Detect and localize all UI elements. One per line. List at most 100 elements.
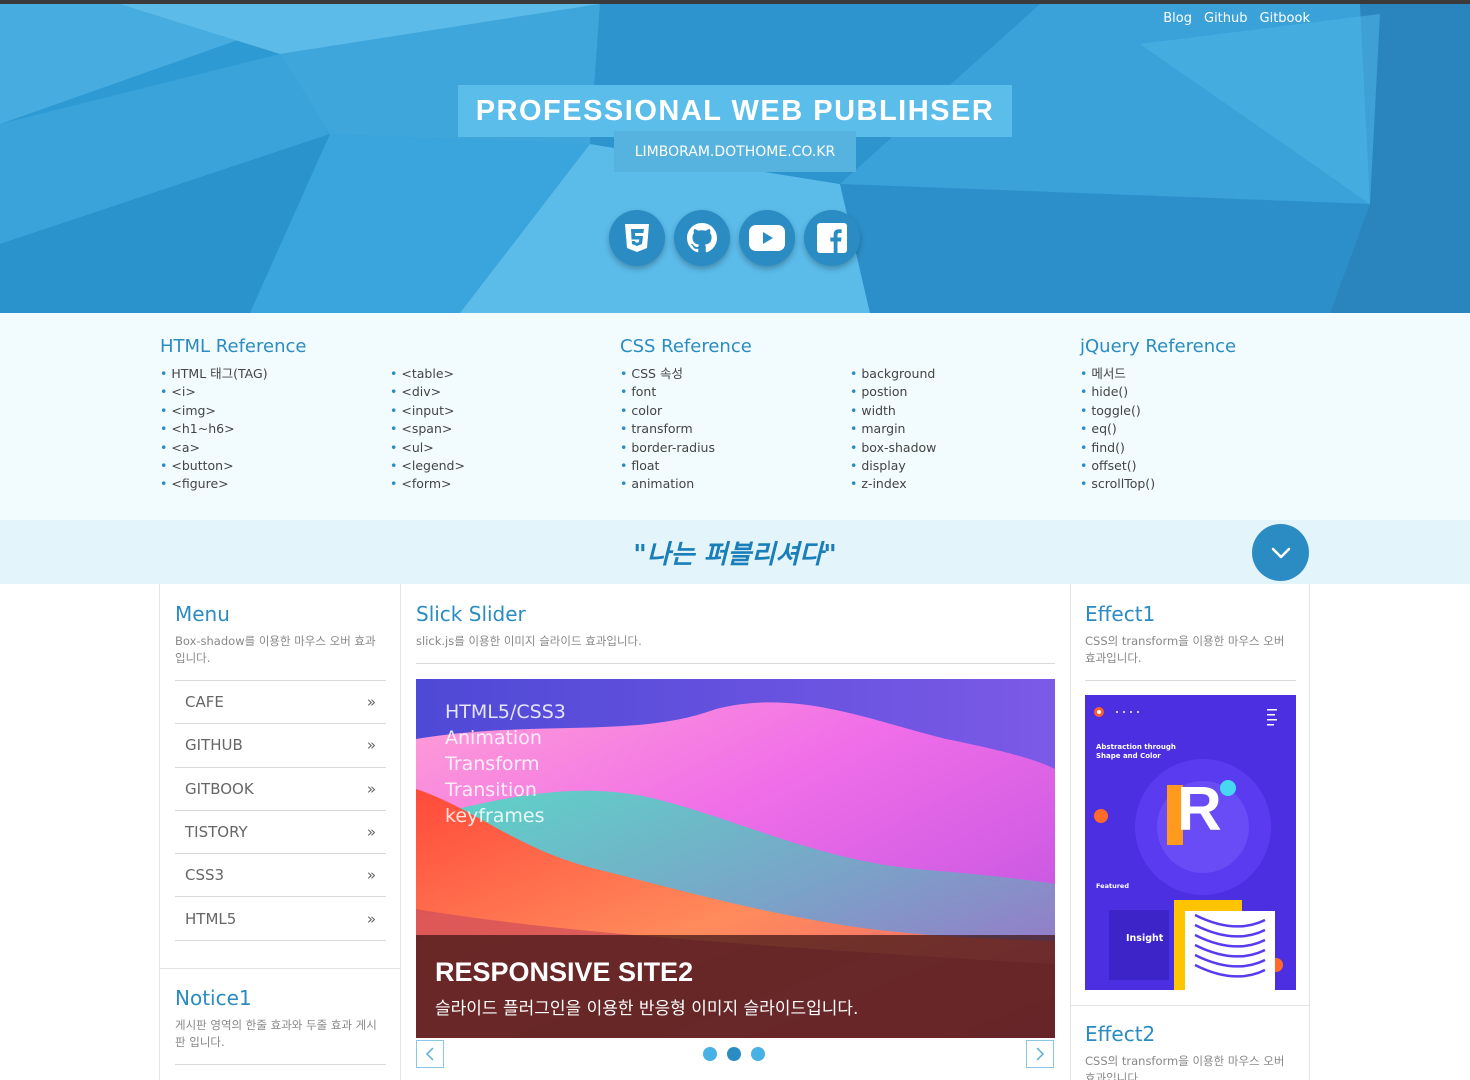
reference-item[interactable]: margin	[850, 420, 1080, 438]
poster-heading: Abstraction through Shape and Color	[1096, 743, 1176, 760]
reference-item[interactable]: <button>	[160, 457, 390, 475]
image-slider[interactable]: HTML5/CSS3 Animation Transform Transitio…	[416, 679, 1055, 1038]
slogan-bar: "나는 퍼블리셔다"	[0, 520, 1470, 584]
scroll-down-button[interactable]	[1252, 524, 1309, 581]
slider-prev-button[interactable]	[416, 1040, 444, 1068]
menu-header: Menu Box-shadow를 이용한 마우스 오버 효과입니다.	[175, 602, 385, 667]
css3-icon	[625, 224, 649, 252]
section-divider	[1071, 1005, 1309, 1006]
chevron-left-icon	[425, 1047, 434, 1061]
reference-title[interactable]: jQuery Reference	[1080, 336, 1310, 360]
menu-item-label: GITBOOK	[185, 779, 254, 798]
effect2-header: Effect2 CSS의 transform을 이용한 마우스 오버 효과입니다…	[1085, 1022, 1297, 1080]
nav-link-gitbook[interactable]: Gitbook	[1260, 11, 1310, 26]
reference-item[interactable]: eq()	[1080, 420, 1310, 438]
nav-link-blog[interactable]: Blog	[1163, 11, 1192, 26]
effect2-title: Effect2	[1085, 1022, 1156, 1046]
menu-item-tistory[interactable]: TISTORY »	[175, 811, 386, 855]
center-column: Slick Slider slick.js를 이용한 이미지 슬라이드 효과입니…	[401, 584, 1070, 1080]
css3-link[interactable]	[609, 210, 665, 266]
reference-item[interactable]: <input>	[390, 402, 620, 420]
reference-item[interactable]: 메서드	[1080, 365, 1310, 383]
reference-item[interactable]: HTML 태그(TAG)	[160, 365, 390, 383]
reference-item[interactable]: <form>	[390, 475, 620, 493]
menu-item-gitbook[interactable]: GITBOOK »	[175, 768, 386, 811]
reference-item[interactable]: <legend>	[390, 457, 620, 475]
facebook-link[interactable]	[804, 210, 860, 266]
slide-line: Transition	[445, 779, 537, 801]
slide-caption: RESPONSIVE SITE2 슬라이드 플러그인을 이용한 반응형 이미지 …	[416, 935, 1055, 1038]
reference-item[interactable]: scrollTop()	[1080, 475, 1310, 493]
reference-item[interactable]: hide()	[1080, 383, 1310, 401]
reference-item[interactable]: animation	[620, 475, 850, 493]
reference-item[interactable]: <ul>	[390, 439, 620, 457]
reference-item[interactable]: find()	[1080, 439, 1310, 457]
reference-item[interactable]: <img>	[160, 402, 390, 420]
reference-item[interactable]: postion	[850, 383, 1080, 401]
css-reference: CSS Reference CSS 속성 font color transfor…	[620, 336, 1080, 494]
slider-dot-active[interactable]	[727, 1047, 741, 1061]
reference-item[interactable]: z-index	[850, 475, 1080, 493]
social-links	[609, 210, 860, 266]
poster-letter: R	[1177, 775, 1222, 844]
reference-list: background postion width margin box-shad…	[850, 365, 1080, 494]
slide-caption-desc: 슬라이드 플러그인을 이용한 반응형 이미지 슬라이드입니다.	[435, 999, 859, 1019]
reference-list: <table> <div> <input> <span> <ul> <legen…	[390, 365, 620, 494]
youtube-link[interactable]	[739, 210, 795, 266]
reference-list: HTML 태그(TAG) <i> <img> <h1~h6> <a> <butt…	[160, 365, 390, 494]
content-area: Menu Box-shadow를 이용한 마우스 오버 효과입니다. CAFE »…	[0, 584, 1470, 1080]
slider-next-button[interactable]	[1026, 1040, 1054, 1068]
reference-item[interactable]: toggle()	[1080, 402, 1310, 420]
reference-list: CSS 속성 font color transform border-radiu…	[620, 365, 850, 494]
reference-item[interactable]: display	[850, 457, 1080, 475]
menu-item-github[interactable]: GITHUB »	[175, 724, 386, 768]
menu-list: CAFE » GITHUB » GITBOOK » TISTORY » CSS3 » HT…	[175, 680, 386, 941]
poster-featured: Featured	[1096, 882, 1129, 890]
effect1-header: Effect1 CSS의 transform을 이용한 마우스 오버 효과입니다…	[1085, 602, 1297, 667]
top-nav: Blog Github Gitbook	[1163, 11, 1310, 26]
slider-dot[interactable]	[703, 1047, 717, 1061]
notice-title: Notice1	[175, 986, 252, 1010]
menu-item-cafe[interactable]: CAFE »	[175, 681, 386, 725]
reference-item[interactable]: CSS 속성	[620, 365, 850, 383]
reference-item[interactable]: box-shadow	[850, 439, 1080, 457]
github-link[interactable]	[674, 210, 730, 266]
slide-line: keyframes	[445, 805, 545, 827]
reference-item[interactable]: transform	[620, 420, 850, 438]
menu-title: Menu	[175, 602, 230, 626]
reference-item[interactable]: <i>	[160, 383, 390, 401]
slider-title: Slick Slider	[416, 602, 526, 626]
reference-item[interactable]: color	[620, 402, 850, 420]
slider-desc: slick.js를 이용한 이미지 슬라이드 효과입니다.	[416, 634, 642, 648]
nav-link-github[interactable]: Github	[1204, 11, 1248, 26]
reference-item[interactable]: <h1~h6>	[160, 420, 390, 438]
double-chevron-right-icon: »	[366, 693, 376, 712]
reference-item[interactable]: background	[850, 365, 1080, 383]
reference-item[interactable]: <table>	[390, 365, 620, 383]
reference-item[interactable]: float	[620, 457, 850, 475]
right-column: Effect1 CSS의 transform을 이용한 마우스 오버 효과입니다…	[1070, 584, 1310, 1080]
reference-item[interactable]: border-radius	[620, 439, 850, 457]
reference-item[interactable]: <figure>	[160, 475, 390, 493]
effect1-title: Effect1	[1085, 602, 1156, 626]
youtube-icon	[749, 225, 785, 251]
reference-item[interactable]: <a>	[160, 439, 390, 457]
hero-header: Blog Github Gitbook PROFESSIONAL WEB PUB…	[0, 4, 1470, 313]
menu-item-label: CAFE	[185, 693, 224, 712]
reference-item[interactable]: offset()	[1080, 457, 1310, 475]
reference-item[interactable]: <div>	[390, 383, 620, 401]
menu-item-label: GITHUB	[185, 736, 243, 755]
html-reference: HTML Reference HTML 태그(TAG) <i> <img> <h…	[160, 336, 620, 494]
reference-title[interactable]: CSS Reference	[620, 336, 1080, 360]
reference-item[interactable]: font	[620, 383, 850, 401]
slider-dots	[703, 1047, 765, 1061]
slider-dot[interactable]	[751, 1047, 765, 1061]
reference-title[interactable]: HTML Reference	[160, 336, 620, 360]
effect2-desc: CSS의 transform을 이용한 마우스 오버 효과입니다.	[1085, 1054, 1285, 1080]
menu-item-html5[interactable]: HTML5 »	[175, 897, 386, 941]
effect1-image[interactable]: Abstraction through Shape and Color R Fe…	[1085, 695, 1296, 990]
double-chevron-right-icon: »	[366, 736, 376, 755]
menu-item-css3[interactable]: CSS3 »	[175, 854, 386, 898]
reference-item[interactable]: <span>	[390, 420, 620, 438]
reference-item[interactable]: width	[850, 402, 1080, 420]
